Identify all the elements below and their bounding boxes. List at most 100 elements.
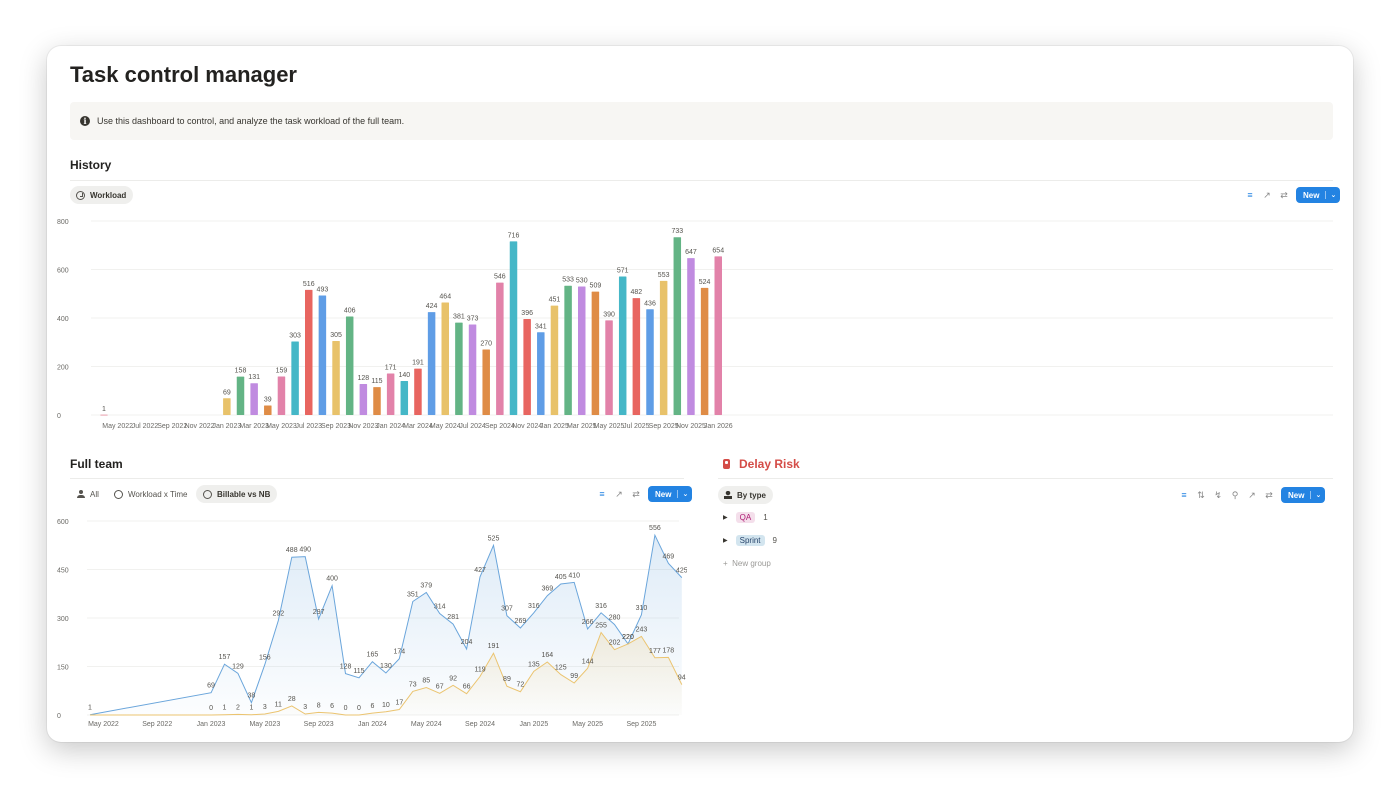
x-tick-label: Jan 2025 xyxy=(519,721,548,728)
toggle-triangle-icon[interactable]: ▶ xyxy=(723,537,728,544)
expand-icon[interactable]: ↗ xyxy=(1247,490,1257,501)
x-tick-label: Nov 2025 xyxy=(676,423,706,430)
bar xyxy=(632,298,641,415)
bar-value-label: 716 xyxy=(508,232,520,239)
point-value-label: 556 xyxy=(649,525,661,532)
point-value-label: 0 xyxy=(344,705,348,712)
by-type-view-tab[interactable]: By type xyxy=(718,486,773,504)
point-value-label: 85 xyxy=(422,678,430,685)
point-value-label: 130 xyxy=(380,663,392,670)
point-value-label: 243 xyxy=(636,626,648,633)
full-team-heading: Full team xyxy=(70,457,123,471)
bar xyxy=(564,285,572,415)
x-tick-label: Nov 2024 xyxy=(512,423,542,430)
group-row-qa[interactable]: ▶ QA 1 xyxy=(723,512,768,523)
full-team-area-chart: 0150300450600May 2022 Sep 2022 Jan 2023 May… xyxy=(57,519,687,728)
chevron-down-icon[interactable]: ⌄ xyxy=(1310,491,1321,499)
x-tick-label: Mar 2025 xyxy=(567,423,597,430)
x-tick-label: May 2024 xyxy=(430,423,461,430)
x-tick-label: May 2025 xyxy=(572,721,603,728)
tag-qa: QA xyxy=(735,512,756,523)
clock-icon xyxy=(76,190,85,200)
point-value-label: 316 xyxy=(528,603,540,610)
bar xyxy=(523,318,531,415)
bar-value-label: 171 xyxy=(385,365,397,372)
bar xyxy=(373,387,381,415)
x-tick-label: Jan 2023 xyxy=(197,721,226,728)
point-value-label: 2 xyxy=(236,704,240,711)
full-team-toolbar: ≡ ↗ ⇄ New ⌄ xyxy=(597,486,693,502)
bar xyxy=(700,287,709,415)
bar xyxy=(291,341,299,415)
point-value-label: 0 xyxy=(209,705,213,712)
chevron-down-icon[interactable]: ⌄ xyxy=(677,490,688,498)
x-tick-label: May 2023 xyxy=(266,423,297,430)
bar xyxy=(455,322,463,415)
search-icon[interactable]: ⚲ xyxy=(1230,490,1240,501)
history-new-button[interactable]: New ⌄ xyxy=(1296,187,1341,203)
bar-value-label: 524 xyxy=(699,279,711,286)
bar-value-label: 516 xyxy=(303,281,315,288)
tab-all[interactable]: All xyxy=(70,485,106,503)
sort-icon[interactable]: ⇅ xyxy=(1196,490,1206,501)
new-group-button[interactable]: + New group xyxy=(723,559,771,568)
expand-icon[interactable]: ↗ xyxy=(614,489,624,500)
bar xyxy=(100,414,108,416)
x-tick-label: May 2024 xyxy=(411,721,442,728)
history-toolbar: ≡ ↗ ⇄ New ⌄ xyxy=(1245,187,1341,203)
tab-workload-x-time[interactable]: Workload x Time xyxy=(107,485,194,503)
full-team-divider xyxy=(70,478,684,479)
point-value-label: 0 xyxy=(357,705,361,712)
settings-icon[interactable]: ⇄ xyxy=(1264,490,1274,501)
workload-view-tab[interactable]: Workload xyxy=(70,186,134,204)
bar-value-label: 115 xyxy=(371,378,382,385)
filter-icon[interactable]: ≡ xyxy=(1179,490,1189,500)
x-tick-label: Sep 2025 xyxy=(626,721,656,728)
bar xyxy=(223,398,231,415)
bar-value-label: 131 xyxy=(248,374,260,381)
by-type-label: By type xyxy=(737,490,766,500)
bar-value-label: 733 xyxy=(671,228,683,235)
y-tick-label: 800 xyxy=(57,219,69,226)
point-value-label: 119 xyxy=(474,667,485,674)
lightning-icon[interactable]: ↯ xyxy=(1213,490,1223,501)
chevron-down-icon[interactable]: ⌄ xyxy=(1325,191,1336,199)
x-tick-label: Sep 2023 xyxy=(321,423,351,430)
bar-value-label: 69 xyxy=(223,389,231,396)
y-tick-label: 150 xyxy=(57,665,69,672)
tab-billable-vs-nb[interactable]: Billable vs NB xyxy=(196,485,278,503)
toggle-triangle-icon[interactable]: ▶ xyxy=(723,514,728,521)
delay-risk-new-button[interactable]: New ⌄ xyxy=(1281,487,1326,503)
filter-icon[interactable]: ≡ xyxy=(1245,190,1255,200)
point-value-label: 156 xyxy=(259,655,271,662)
filter-icon[interactable]: ≡ xyxy=(597,489,607,499)
delay-risk-heading: Delay Risk xyxy=(723,457,800,471)
bar xyxy=(537,332,545,415)
point-value-label: 220 xyxy=(622,634,634,641)
bar xyxy=(646,309,654,415)
bar xyxy=(264,405,272,415)
settings-icon[interactable]: ⇄ xyxy=(1279,190,1289,201)
x-tick-label: Sep 2022 xyxy=(157,423,187,430)
point-value-label: 144 xyxy=(582,658,594,665)
point-value-label: 92 xyxy=(449,675,457,682)
x-tick-label: Jan 2024 xyxy=(376,423,405,430)
settings-icon[interactable]: ⇄ xyxy=(631,489,641,500)
bar-value-label: 436 xyxy=(644,300,656,307)
point-value-label: 38 xyxy=(248,693,256,700)
full-team-new-button[interactable]: New ⌄ xyxy=(648,486,693,502)
expand-icon[interactable]: ↗ xyxy=(1262,190,1272,201)
point-value-label: 164 xyxy=(541,652,553,659)
y-tick-label: 600 xyxy=(57,268,69,275)
x-tick-label: May 2023 xyxy=(249,721,280,728)
x-tick-label: Sep 2024 xyxy=(465,721,495,728)
bar-value-label: 39 xyxy=(264,397,272,404)
bar-value-label: 571 xyxy=(617,268,629,275)
new-label: New xyxy=(1303,190,1320,200)
point-value-label: 425 xyxy=(676,568,687,575)
group-row-sprint[interactable]: ▶ Sprint 9 xyxy=(723,535,777,546)
bar-value-label: 451 xyxy=(549,297,561,304)
point-value-label: 129 xyxy=(232,663,244,670)
x-tick-label: Jul 2022 xyxy=(132,423,159,430)
bar xyxy=(509,241,518,415)
